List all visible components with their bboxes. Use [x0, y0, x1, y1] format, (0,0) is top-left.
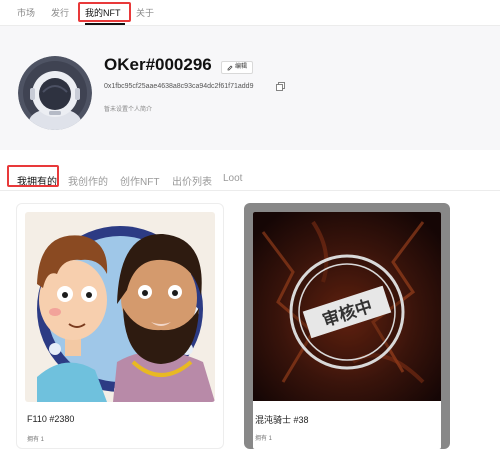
- tabs-divider: [0, 190, 500, 191]
- nft-title: F110 #2380: [27, 414, 75, 424]
- edit-label: 编辑: [235, 64, 248, 70]
- nft-card[interactable]: 审核中 混沌骑士 #38 拥有 1: [253, 212, 441, 449]
- tab-create-nft[interactable]: 创作NFT: [120, 173, 159, 188]
- profile-bio: 暂未设置个人简介: [104, 107, 153, 113]
- nav-market[interactable]: 市场: [17, 6, 35, 19]
- avatar: [18, 56, 92, 130]
- nav-issue[interactable]: 发行: [51, 6, 69, 19]
- nft-owned-count: 拥有 1: [255, 436, 273, 442]
- tab-bids[interactable]: 出价列表: [172, 173, 212, 188]
- edit-icon: [227, 65, 233, 70]
- nft-title: 混沌骑士 #38: [255, 415, 309, 425]
- nft-image: [25, 212, 215, 402]
- wallet-address: 0x1fbc95cf25aae4638a8c93ca94dc2f61f71add…: [104, 83, 254, 90]
- nft-image: 审核中: [253, 212, 441, 401]
- tab-highlight-box: [7, 165, 59, 187]
- nft-card[interactable]: F110 #2380 拥有 1: [16, 203, 224, 449]
- tab-created[interactable]: 我创作的: [68, 173, 108, 188]
- edit-profile-button[interactable]: 编辑: [221, 61, 254, 74]
- nav-about[interactable]: 关于: [136, 6, 154, 19]
- tab-loot[interactable]: Loot: [223, 173, 242, 184]
- top-nav: 市场 发行 我的NFT 关于: [0, 0, 500, 26]
- username: OKer#000296: [104, 55, 212, 74]
- nft-owned-count: 拥有 1: [27, 437, 45, 443]
- copy-icon[interactable]: [276, 82, 285, 91]
- nav-highlight-box: [78, 2, 131, 22]
- nav-active-indicator: [85, 23, 125, 25]
